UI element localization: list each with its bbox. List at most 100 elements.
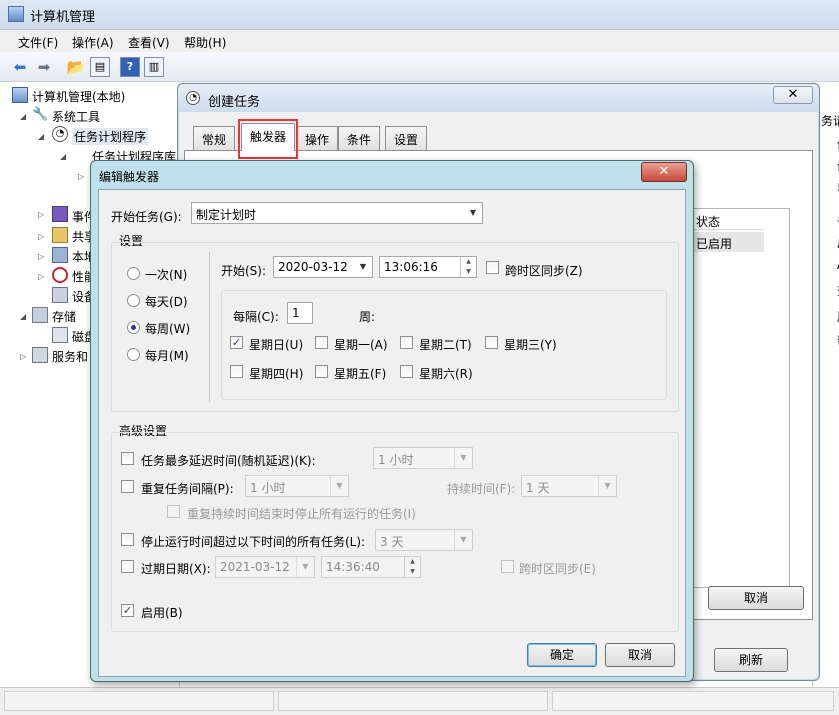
radio-once-label[interactable]: 一次(N)	[145, 266, 187, 283]
thursday-checkbox[interactable]	[230, 365, 243, 378]
close-icon[interactable]: ✕	[773, 86, 813, 104]
tab-settings[interactable]: 设置	[385, 126, 428, 150]
delay-checkbox[interactable]	[121, 452, 134, 465]
show-hide-action-pane-icon[interactable]: ▥	[144, 57, 164, 77]
repeat-checkbox[interactable]	[121, 480, 134, 493]
radio-weekly-label[interactable]: 每周(W)	[145, 320, 190, 337]
event-viewer-icon	[52, 206, 68, 222]
start-date-picker[interactable]: 2020-03-12 ▼	[273, 256, 373, 278]
expand-arrow-icon[interactable]: ▷	[38, 210, 44, 219]
enabled-label[interactable]: 启用(B)	[141, 604, 183, 621]
forward-arrow-icon[interactable]: ➡	[34, 57, 54, 77]
repeat-label[interactable]: 重复任务间隔(P):	[141, 480, 234, 497]
tab-conditions[interactable]: 条件	[338, 126, 381, 150]
radio-weekly[interactable]	[127, 321, 140, 334]
tree-root[interactable]: 计算机管理(本地)	[32, 88, 125, 105]
expand-arrow-icon[interactable]: ▷	[38, 232, 44, 241]
expand-arrow-icon[interactable]: ▷	[78, 172, 84, 181]
expire-date-picker[interactable]: 2021-03-12 ▼	[215, 556, 315, 578]
repeat-interval-value: 1 小时	[250, 481, 286, 495]
thursday-label[interactable]: 星期四(H)	[249, 365, 303, 382]
monday-label[interactable]: 星期一(A)	[334, 336, 388, 353]
tab-general[interactable]: 常规	[193, 126, 236, 150]
tree-system-tools[interactable]: 系统工具	[52, 108, 100, 125]
spinner-arrows-icon[interactable]: ▲ ▼	[404, 557, 420, 577]
refresh-button[interactable]: 刷新	[714, 648, 788, 672]
week-label: 周:	[359, 310, 376, 324]
saturday-label[interactable]: 星期六(R)	[419, 365, 473, 382]
sync-timezone-checkbox[interactable]	[486, 261, 499, 274]
table-row[interactable]: 已启用	[692, 232, 764, 252]
actions-item[interactable]: 务请	[821, 112, 839, 129]
collapse-arrow-icon[interactable]: ◢	[60, 152, 66, 161]
spinner-arrows-icon[interactable]: ▲ ▼	[460, 257, 476, 277]
expire-time-spinner[interactable]: 14:36:40 ▲ ▼	[321, 556, 421, 578]
friday-label[interactable]: 星期五(F)	[334, 365, 386, 382]
expire-label[interactable]: 过期日期(X):	[141, 560, 211, 577]
edit-trigger-title: 编辑触发器	[99, 170, 160, 184]
stop-at-end-checkbox[interactable]	[167, 505, 180, 518]
stop-longer-label[interactable]: 停止运行时间超过以下时间的所有任务(L):	[141, 533, 365, 550]
collapse-arrow-icon[interactable]: ◢	[20, 112, 26, 121]
wednesday-label[interactable]: 星期三(Y)	[504, 336, 557, 353]
expire-checkbox[interactable]	[121, 560, 134, 573]
app-title: 计算机管理	[30, 10, 96, 25]
chevron-down-icon: ▼	[454, 448, 472, 468]
stop-longer-select[interactable]: 3 天 ▼	[375, 529, 473, 551]
tuesday-checkbox[interactable]	[400, 336, 413, 349]
radio-monthly[interactable]	[127, 348, 140, 361]
radio-daily-label[interactable]: 每天(D)	[145, 293, 188, 310]
expire-sync-checkbox[interactable]	[501, 560, 514, 573]
duration-select[interactable]: 1 天 ▼	[521, 475, 617, 497]
ok-button[interactable]: 确定	[527, 643, 597, 667]
main-title-bar: 计算机管理	[0, 0, 839, 30]
expand-arrow-icon[interactable]: ▷	[20, 352, 26, 361]
menu-action[interactable]: 操作(A)	[72, 34, 114, 51]
clock-icon: ◔	[186, 91, 200, 105]
sunday-checkbox[interactable]: ✓	[230, 336, 243, 349]
delay-select[interactable]: 1 小时 ▼	[373, 447, 473, 469]
disk-management-icon	[52, 327, 68, 343]
collapse-arrow-icon[interactable]: ◢	[20, 312, 26, 321]
saturday-checkbox[interactable]	[400, 365, 413, 378]
monday-checkbox[interactable]	[315, 336, 328, 349]
create-task-cancel-button[interactable]: 取消	[708, 586, 804, 610]
tab-actions[interactable]: 操作	[296, 126, 339, 150]
close-icon[interactable]: ✕	[641, 162, 687, 182]
start-task-select[interactable]: 制定计划时 ▼	[191, 202, 483, 224]
shared-folders-icon	[52, 227, 68, 243]
tree-storage[interactable]: 存储	[52, 308, 76, 325]
radio-monthly-label[interactable]: 每月(M)	[145, 347, 189, 364]
tree-task-scheduler[interactable]: 任务计划程序	[72, 128, 149, 145]
radio-daily[interactable]	[127, 294, 140, 307]
computer-icon	[12, 87, 28, 103]
sunday-label[interactable]: 星期日(U)	[249, 336, 303, 353]
toolbar: ⬅ ➡ 📂 ▤ ? ▥	[0, 52, 839, 82]
enabled-checkbox[interactable]: ✓	[121, 604, 134, 617]
up-folder-icon[interactable]: 📂	[66, 57, 86, 77]
column-header-status[interactable]: 状态	[692, 210, 764, 230]
repeat-interval-select[interactable]: 1 小时 ▼	[245, 475, 349, 497]
expand-arrow-icon[interactable]: ▷	[38, 252, 44, 261]
stop-longer-checkbox[interactable]	[121, 533, 134, 546]
delay-label[interactable]: 任务最多延迟时间(随机延迟)(K):	[141, 452, 316, 469]
show-hide-console-tree-icon[interactable]: ▤	[90, 57, 110, 77]
expand-arrow-icon[interactable]: ▷	[38, 272, 44, 281]
cancel-button[interactable]: 取消	[605, 643, 675, 667]
sync-timezone-label[interactable]: 跨时区同步(Z)	[505, 262, 583, 279]
expire-sync-label: 跨时区同步(E)	[519, 562, 596, 576]
every-weeks-input[interactable]: 1	[287, 302, 313, 324]
menu-view[interactable]: 查看(V)	[128, 34, 170, 51]
menu-file[interactable]: 文件(F)	[18, 34, 58, 51]
friday-checkbox[interactable]	[315, 365, 328, 378]
radio-once[interactable]	[127, 267, 140, 280]
start-time-spinner[interactable]: 13:06:16 ▲ ▼	[379, 256, 477, 278]
tree-services[interactable]: 服务和	[52, 348, 88, 365]
wednesday-checkbox[interactable]	[485, 336, 498, 349]
help-icon[interactable]: ?	[120, 57, 140, 77]
collapse-arrow-icon[interactable]: ◢	[38, 132, 44, 141]
tuesday-label[interactable]: 星期二(T)	[419, 336, 472, 353]
trigger-list	[680, 208, 790, 588]
menu-help[interactable]: 帮助(H)	[184, 34, 226, 51]
back-arrow-icon[interactable]: ⬅	[10, 57, 30, 77]
